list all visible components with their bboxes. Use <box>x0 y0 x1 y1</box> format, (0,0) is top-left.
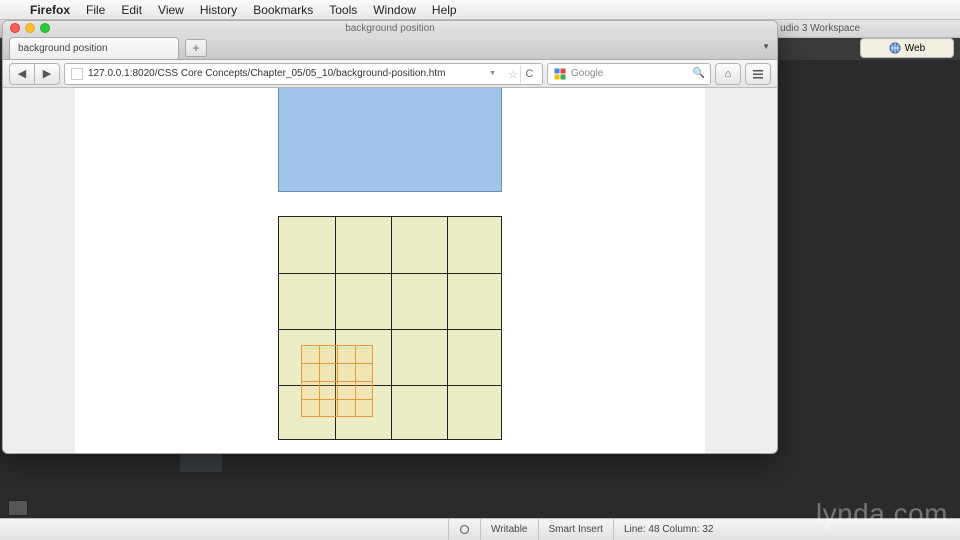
forward-button[interactable]: ▶ <box>34 63 60 85</box>
close-button[interactable] <box>10 23 20 33</box>
menu-tools[interactable]: Tools <box>321 3 365 17</box>
menu-file[interactable]: File <box>78 3 113 17</box>
google-icon <box>554 68 566 80</box>
lynda-watermark: lynda.com <box>816 498 948 530</box>
status-cursor-pos: Line: 48 Column: 32 <box>613 519 724 540</box>
sync-icon <box>459 524 470 535</box>
window-title: background position <box>345 23 435 34</box>
firefox-titlebar[interactable]: background position <box>3 21 777 36</box>
reload-icon: C <box>526 68 534 80</box>
list-icon <box>752 68 764 80</box>
tab-strip: background position + ▼ <box>3 36 777 60</box>
app-name[interactable]: Firefox <box>22 3 78 17</box>
home-button[interactable]: ⌂ <box>715 63 741 85</box>
url-bar[interactable]: 127.0.0.1:8020/CSS Core Concepts/Chapter… <box>64 63 543 85</box>
url-text[interactable]: 127.0.0.1:8020/CSS Core Concepts/Chapter… <box>88 68 445 79</box>
menu-history[interactable]: History <box>192 3 245 17</box>
search-placeholder: Google <box>571 68 603 79</box>
minimize-button[interactable] <box>25 23 35 33</box>
tree-toolbar-button[interactable] <box>8 500 28 516</box>
reload-button[interactable]: C <box>520 65 538 83</box>
perspective-button[interactable]: Web <box>860 38 954 58</box>
url-dropdown-icon[interactable]: ▼ <box>489 70 496 77</box>
ide-title-text: udio 3 Workspace <box>780 20 860 38</box>
toolbar-menu-button[interactable] <box>745 63 771 85</box>
nav-toolbar: ◀ ▶ 127.0.0.1:8020/CSS Core Concepts/Cha… <box>3 60 777 88</box>
status-insertmode: Smart Insert <box>538 519 613 540</box>
new-tab-button[interactable]: + <box>185 39 207 57</box>
menu-bookmarks[interactable]: Bookmarks <box>245 3 321 17</box>
browser-tab[interactable]: background position <box>9 37 179 59</box>
globe-icon <box>889 42 901 54</box>
tab-title: background position <box>18 43 108 54</box>
mac-menubar: Firefox File Edit View History Bookmarks… <box>0 0 960 20</box>
favicon-icon <box>71 68 83 80</box>
status-writable: Writable <box>480 519 538 540</box>
bookmark-star-icon[interactable]: ☆ <box>508 68 518 81</box>
menu-view[interactable]: View <box>150 3 192 17</box>
menu-help[interactable]: Help <box>424 3 465 17</box>
perspective-label: Web <box>905 43 925 54</box>
page-body <box>75 88 705 453</box>
menu-edit[interactable]: Edit <box>113 3 150 17</box>
background-tile <box>301 345 373 417</box>
parent-box <box>278 88 502 192</box>
window-controls <box>10 23 50 33</box>
tabs-dropdown-icon[interactable]: ▼ <box>762 42 770 51</box>
search-icon[interactable]: 🔍 <box>693 68 705 79</box>
firefox-window: background position background position … <box>2 20 778 454</box>
zoom-button[interactable] <box>40 23 50 33</box>
search-bar[interactable]: Google 🔍 <box>547 63 711 85</box>
page-viewport[interactable] <box>3 88 777 453</box>
back-button[interactable]: ◀ <box>9 63 35 85</box>
menu-window[interactable]: Window <box>365 3 424 17</box>
status-icon[interactable] <box>448 519 480 540</box>
percentage-grid <box>278 216 502 440</box>
